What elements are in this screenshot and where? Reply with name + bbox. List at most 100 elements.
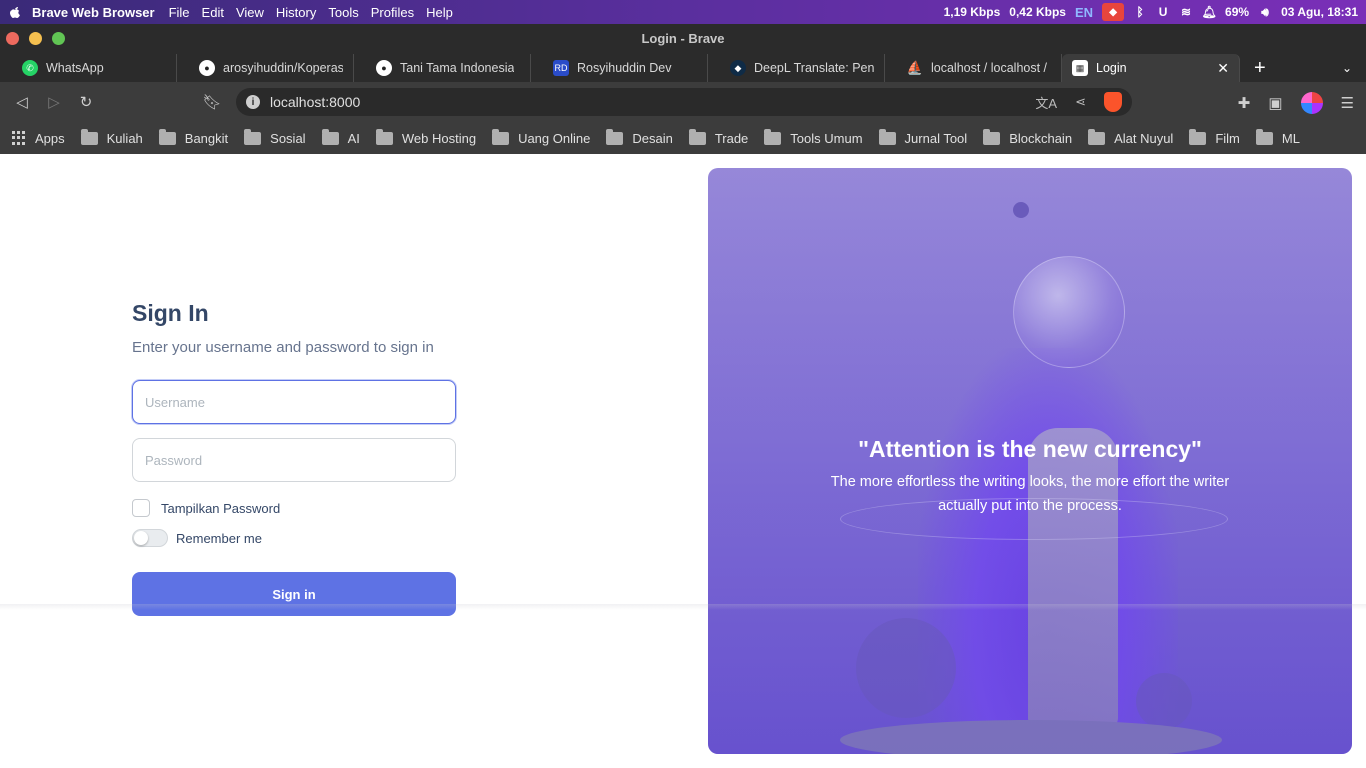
reload-icon[interactable]: ↻ [70, 93, 102, 111]
net-download-speed: 1,19 Kbps [943, 5, 1001, 19]
menu-help[interactable]: Help [426, 5, 453, 20]
menu-view[interactable]: View [236, 5, 264, 20]
dev-icon: RD [553, 60, 569, 76]
system-menubar: Brave Web Browser File Edit View History… [0, 0, 1366, 24]
tab-label: Tani Tama Indonesia [400, 61, 515, 75]
sidebar-icon[interactable]: ▣ [1268, 94, 1282, 112]
github-icon: ● [376, 60, 392, 76]
tab-strip: ✆ WhatsApp ● arosyihuddin/Koperasi-Si ● … [0, 54, 1366, 82]
bookmark-folder[interactable]: Sosial [244, 128, 306, 146]
tab-tani-tama[interactable]: ● Tani Tama Indonesia [354, 54, 531, 82]
bookmark-folder[interactable]: Bangkit [158, 128, 228, 146]
tab-github-koperasi[interactable]: ● arosyihuddin/Koperasi-Si [177, 54, 354, 82]
menu-profiles[interactable]: Profiles [371, 5, 414, 20]
notification-bell-icon[interactable]: 🔔︎ [1201, 5, 1216, 19]
show-password-row[interactable]: Tampilkan Password [132, 496, 456, 520]
remember-me-row[interactable]: Remember me [132, 526, 456, 550]
bookmark-folder[interactable]: Kuliah [80, 128, 143, 146]
bookmark-label: Tools Umum [790, 130, 863, 146]
remember-me-toggle[interactable] [132, 529, 168, 547]
clock[interactable]: 03 Agu, 18:31 [1281, 5, 1358, 19]
address-bar[interactable]: i localhost:8000 文A ⋖ [236, 88, 1132, 116]
bookmark-folder[interactable]: Trade [688, 128, 748, 146]
browser-toolbar: ◁ ▷ ↻ 🔖︎ i localhost:8000 文A ⋖ ✚ ▣ ☰ [0, 82, 1366, 122]
bookmark-label: AI [347, 130, 360, 146]
signin-title: Sign In [132, 300, 209, 326]
bookmark-label: ML [1281, 130, 1300, 146]
volume-icon[interactable]: 🔊︎ [1258, 5, 1272, 19]
bookmark-apps[interactable]: Apps [12, 130, 65, 146]
magnet-icon[interactable]: U [1156, 5, 1170, 19]
tab-phpmyadmin[interactable]: ⛵ localhost / localhost / kop [885, 54, 1062, 82]
menu-tools[interactable]: Tools [328, 5, 358, 20]
bookmarks-bar: Apps Kuliah Bangkit Sosial AI Web Hostin… [0, 122, 1366, 154]
tab-login[interactable]: ▦ Login ✕ [1062, 54, 1240, 82]
tab-label: Rosyihuddin Dev [577, 61, 672, 75]
tab-label: arosyihuddin/Koperasi-Si [223, 61, 343, 75]
deepl-icon: ◆ [730, 60, 746, 76]
bookmark-label: Sosial [270, 130, 306, 146]
bookmark-folder[interactable]: Film [1189, 128, 1240, 146]
site-info-icon[interactable]: i [246, 95, 260, 109]
translate-icon[interactable]: 文A [1035, 93, 1057, 112]
hero-image-panel: "Attention is the new currency" The more… [708, 168, 1352, 754]
apple-icon[interactable] [8, 5, 22, 19]
profile-avatar[interactable] [1300, 92, 1323, 114]
hero-quote: "Attention is the new currency" [858, 436, 1202, 462]
github-icon: ● [199, 60, 215, 76]
menu-edit[interactable]: Edit [202, 5, 224, 20]
folder-icon [492, 128, 510, 145]
bookmark-folder[interactable]: Blockchain [983, 128, 1072, 146]
window-close-button[interactable] [6, 32, 19, 45]
tab-label: WhatsApp [46, 61, 104, 75]
app-name[interactable]: Brave Web Browser [32, 5, 155, 20]
menu-file[interactable]: File [169, 5, 190, 20]
bookmark-label: Apps [35, 130, 65, 146]
bookmark-folder[interactable]: Jurnal Tool [878, 128, 967, 146]
folder-icon [80, 128, 98, 145]
url-text[interactable]: localhost:8000 [270, 94, 360, 110]
bookmark-folder[interactable]: Uang Online [492, 128, 590, 146]
tab-close-icon[interactable]: ✕ [1217, 60, 1229, 77]
folder-icon [688, 128, 706, 145]
share-icon[interactable]: ⋖ [1075, 94, 1086, 110]
bookmark-folder[interactable]: Web Hosting [375, 128, 476, 146]
password-input[interactable] [132, 438, 456, 482]
bookmark-folder[interactable]: Alat Nuyul [1088, 128, 1173, 146]
brave-shields-icon[interactable] [1104, 92, 1122, 112]
folder-icon [1255, 128, 1273, 145]
show-password-checkbox[interactable] [132, 499, 150, 517]
forward-icon[interactable]: ▷ [38, 93, 70, 111]
folder-icon [321, 128, 339, 145]
window-titlebar: Login - Brave [0, 24, 1366, 54]
window-minimize-button[interactable] [29, 32, 42, 45]
username-input[interactable] [132, 380, 456, 424]
bluetooth-icon[interactable]: ᛒ [1133, 5, 1147, 19]
menu-history[interactable]: History [276, 5, 316, 20]
battery-level[interactable]: 69% [1225, 5, 1249, 19]
bookmark-label: Desain [632, 130, 673, 146]
anydesk-icon[interactable]: ◆ [1102, 3, 1125, 21]
input-language[interactable]: EN [1075, 5, 1093, 20]
bookmark-icon[interactable]: 🔖︎ [196, 93, 228, 111]
new-tab-button[interactable]: + [1254, 57, 1266, 80]
page-content: Sign In Enter your username and password… [0, 154, 1366, 768]
hero-text: The more effortless the writing looks, t… [830, 474, 1230, 514]
bookmark-folder[interactable]: ML [1255, 128, 1300, 146]
wifi-icon[interactable]: ≋ [1179, 5, 1193, 19]
tab-whatsapp[interactable]: ✆ WhatsApp [0, 54, 177, 82]
folder-icon [375, 128, 393, 145]
tab-rosyihuddin-dev[interactable]: RD Rosyihuddin Dev [531, 54, 708, 82]
signin-button[interactable]: Sign in [132, 572, 456, 616]
back-icon[interactable]: ◁ [6, 93, 38, 111]
tab-search-chevron-icon[interactable]: ⌄ [1342, 61, 1352, 75]
extensions-icon[interactable]: ✚ [1238, 94, 1251, 112]
tab-deepl[interactable]: ◆ DeepL Translate: Penerje [708, 54, 885, 82]
bookmark-folder[interactable]: Tools Umum [764, 128, 863, 146]
menu-icon[interactable]: ☰ [1341, 94, 1354, 112]
apps-grid-icon [12, 130, 27, 146]
bookmark-folder[interactable]: AI [321, 128, 360, 146]
bookmark-folder[interactable]: Desain [606, 128, 673, 146]
window-zoom-button[interactable] [52, 32, 65, 45]
tab-label: Login [1096, 61, 1127, 75]
